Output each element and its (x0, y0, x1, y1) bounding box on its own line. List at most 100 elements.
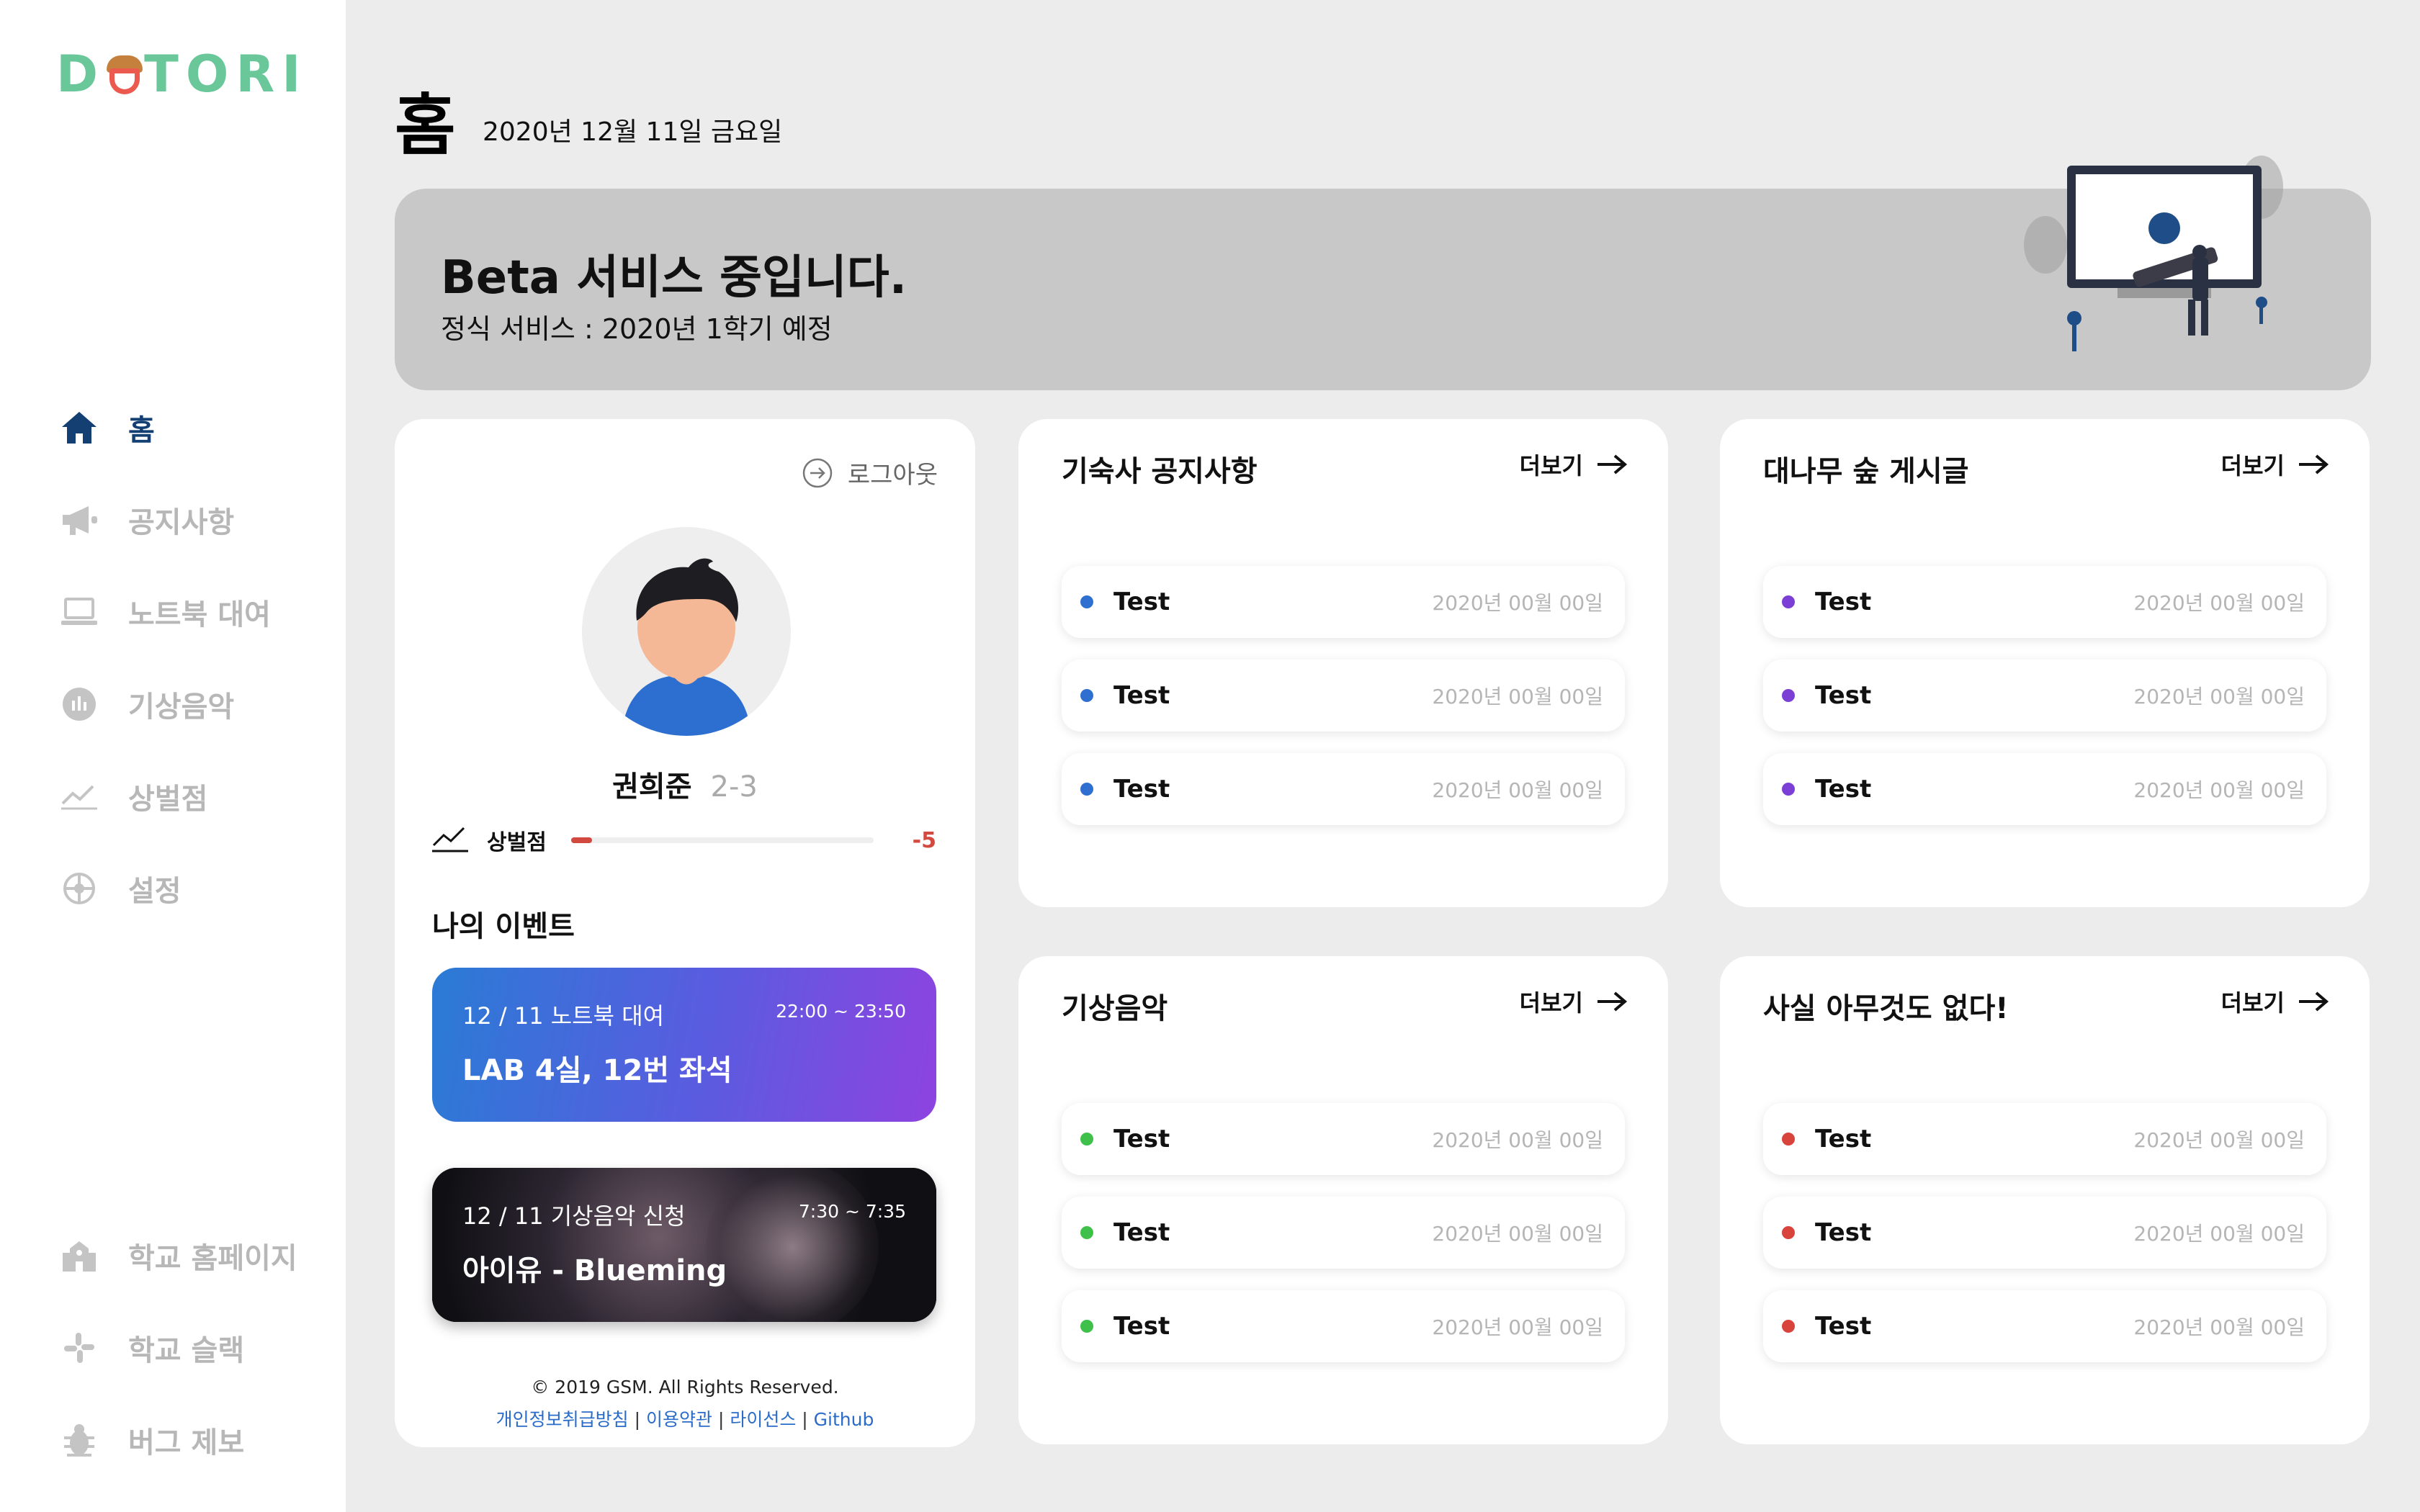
board-title: 기숙사 공지사항 (1062, 455, 1258, 488)
post-title: Test (1113, 681, 1170, 710)
post-item[interactable]: Test 2020년 00월 00일 (1062, 660, 1625, 732)
home-icon (56, 405, 102, 451)
post-item[interactable]: Test 2020년 00월 00일 (1763, 1290, 2326, 1362)
sidebar-item-laptop[interactable]: 노트북 대여 (56, 589, 330, 635)
bug-icon (56, 1417, 102, 1463)
banner-subtitle: 정식 서비스 : 2020년 1학기 예정 (441, 313, 833, 345)
event-card-music[interactable]: 12 / 11 기상음악 신청 7:30 ~ 7:35 아이유 - Bluemi… (432, 1168, 936, 1322)
event-name: LAB 4실, 12번 좌석 (462, 1054, 732, 1087)
event-card-laptop[interactable]: 12 / 11 노트북 대여 22:00 ~ 23:50 LAB 4실, 12번… (432, 968, 936, 1122)
post-item[interactable]: Test 2020년 00월 00일 (1763, 566, 2326, 638)
post-item[interactable]: Test 2020년 00월 00일 (1062, 1290, 1625, 1362)
terms-link[interactable]: 이용약관 (646, 1409, 712, 1430)
footer-links: 개인정보취급방침 | 이용약관 | 라이선스 | Github (395, 1405, 975, 1431)
chart-line-icon (432, 825, 468, 855)
post-title: Test (1113, 1312, 1170, 1341)
points-bar (570, 837, 874, 843)
more-label: 더보기 (2220, 452, 2285, 480)
post-dot (1080, 595, 1093, 608)
post-date: 2020년 00월 00일 (1432, 685, 1603, 708)
acorn-icon (105, 55, 144, 94)
sidebar-item-notice[interactable]: 공지사항 (56, 497, 330, 543)
music-icon (56, 681, 102, 727)
post-title: Test (1113, 1218, 1170, 1247)
megaphone-icon (56, 497, 102, 543)
event-name: 아이유 - Blueming (462, 1254, 727, 1287)
github-link[interactable]: Github (814, 1409, 874, 1430)
post-date: 2020년 00월 00일 (1432, 778, 1603, 802)
board-dorm-notice: 기숙사 공지사항 더보기 Test 2020년 00월 00일 Test 2020년… (1018, 419, 1668, 907)
post-dot (1782, 595, 1795, 608)
license-link[interactable]: 라이선스 (730, 1409, 796, 1430)
sidebar-item-home[interactable]: 홈 (56, 405, 330, 451)
page-title: 홈 (395, 87, 456, 164)
post-item[interactable]: Test 2020년 00월 00일 (1763, 1197, 2326, 1269)
logout-icon (802, 457, 833, 489)
more-button[interactable]: 더보기 (1520, 985, 1628, 1018)
events-title: 나의 이벤트 (432, 910, 575, 943)
post-item[interactable]: Test 2020년 00월 00일 (1062, 1103, 1625, 1175)
arrow-right-icon (2299, 991, 2329, 1012)
logo-text-right: TORI (144, 45, 308, 104)
logo[interactable]: D TORI (56, 45, 308, 104)
sidebar-item-label: 설정 (128, 875, 182, 908)
sidebar-item-bug-report[interactable]: 버그 제보 (56, 1417, 330, 1463)
post-dot (1782, 1320, 1795, 1333)
post-date: 2020년 00월 00일 (2133, 1128, 2305, 1152)
logout-button[interactable]: 로그아웃 (802, 455, 938, 490)
post-date: 2020년 00월 00일 (2133, 591, 2305, 615)
sidebar-item-school-homepage[interactable]: 학교 홈페이지 (56, 1233, 330, 1279)
post-dot (1782, 783, 1795, 796)
slack-icon (56, 1325, 102, 1371)
sidebar-item-label: 상벌점 (128, 783, 208, 816)
link-separator: | (796, 1409, 814, 1430)
more-button[interactable]: 더보기 (2221, 985, 2329, 1018)
more-label: 더보기 (2220, 989, 2285, 1017)
post-item[interactable]: Test 2020년 00월 00일 (1763, 660, 2326, 732)
sidebar-item-label: 홈 (128, 414, 155, 447)
more-button[interactable]: 더보기 (2221, 448, 2329, 481)
post-dot (1782, 1226, 1795, 1239)
link-separator: | (712, 1409, 730, 1430)
post-dot (1782, 689, 1795, 702)
event-time: 22:00 ~ 23:50 (776, 1001, 906, 1022)
board-title: 사실 아무것도 없다! (1763, 992, 2009, 1025)
sidebar-item-school-slack[interactable]: 학교 슬랙 (56, 1325, 330, 1371)
post-date: 2020년 00월 00일 (1432, 591, 1603, 615)
event-time: 7:30 ~ 7:35 (798, 1201, 906, 1222)
points-label: 상벌점 (487, 830, 547, 855)
post-date: 2020년 00월 00일 (1432, 1128, 1603, 1152)
board-bamboo-forest: 대나무 숲 게시글 더보기 Test 2020년 00월 00일 Test 2020… (1720, 419, 2370, 907)
sidebar-item-label: 공지사항 (128, 506, 235, 539)
user-info: 권희준 2-3 (395, 763, 975, 805)
points-row: 상벌점 -5 (432, 822, 936, 858)
more-button[interactable]: 더보기 (1520, 448, 1628, 481)
post-dot (1080, 783, 1093, 796)
board-title: 기상음악 (1062, 992, 1168, 1025)
chart-line-icon (56, 773, 102, 819)
post-item[interactable]: Test 2020년 00월 00일 (1062, 753, 1625, 825)
copyright: © 2019 GSM. All Rights Reserved. (531, 1377, 839, 1398)
gear-icon (56, 865, 102, 912)
post-dot (1080, 689, 1093, 702)
logout-label: 로그아웃 (847, 461, 938, 490)
sidebar-item-music[interactable]: 기상음악 (56, 681, 330, 727)
privacy-link[interactable]: 개인정보취급방침 (496, 1409, 629, 1430)
user-class: 2-3 (710, 770, 758, 804)
sidebar-item-label: 기상음악 (128, 690, 235, 724)
arrow-right-icon (2299, 454, 2329, 474)
post-title: Test (1815, 1125, 1872, 1153)
arrow-right-icon (1597, 454, 1628, 474)
post-date: 2020년 00월 00일 (1432, 1222, 1603, 1246)
post-date: 2020년 00월 00일 (2133, 1222, 2305, 1246)
post-item[interactable]: Test 2020년 00월 00일 (1763, 1103, 2326, 1175)
post-item[interactable]: Test 2020년 00월 00일 (1062, 1197, 1625, 1269)
post-dot (1080, 1226, 1093, 1239)
bug-fix-illustration (2017, 130, 2305, 367)
banner-title: Beta 서비스 중입니다. (441, 251, 908, 305)
sidebar-item-settings[interactable]: 설정 (56, 865, 330, 912)
board-wakeup-music: 기상음악 더보기 Test 2020년 00월 00일 Test 2020년 00월… (1018, 956, 1668, 1444)
sidebar-item-points[interactable]: 상벌점 (56, 773, 330, 819)
post-item[interactable]: Test 2020년 00월 00일 (1062, 566, 1625, 638)
post-item[interactable]: Test 2020년 00월 00일 (1763, 753, 2326, 825)
